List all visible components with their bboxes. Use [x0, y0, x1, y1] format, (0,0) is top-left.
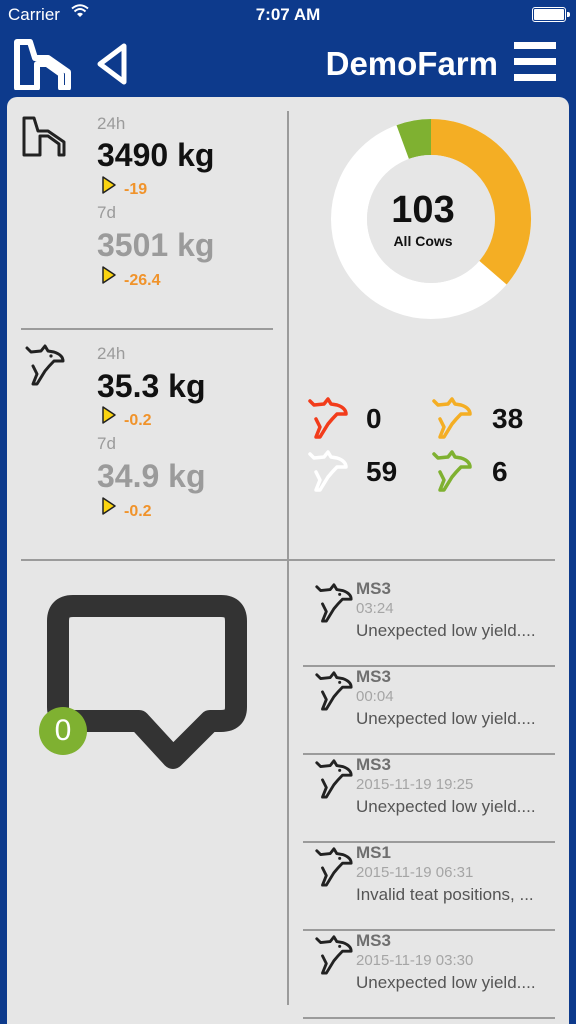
alert-message: Unexpected low yield....	[356, 709, 536, 728]
cow-red-icon[interactable]	[304, 395, 350, 439]
alert-time: 2015-11-19 06:31	[356, 864, 474, 881]
battery-icon	[532, 7, 570, 22]
total-cows-count: 103	[391, 189, 455, 231]
menu-icon[interactable]	[514, 40, 556, 84]
cow-green-count: 6	[492, 456, 508, 487]
cow-yield-metric[interactable]: 24h 35.3 kg -0.2 7d 34.9 kg -0.2	[7, 330, 277, 558]
alert-item[interactable]: MS3 2015-11-19 03:30 Unexpected low yiel…	[303, 931, 555, 1019]
alert-time: 2015-11-19 03:30	[356, 952, 474, 969]
yield-24h-value: 35.3 kg	[97, 368, 206, 404]
delta-24h: -0.2	[124, 412, 152, 429]
page-title: DemoFarm	[325, 45, 498, 82]
divider-vertical	[287, 111, 289, 1005]
cow-icon	[25, 344, 65, 386]
alert-robot-name: MS3	[356, 579, 391, 598]
cow-yellow-count: 38	[492, 403, 524, 434]
delta-24h: -19	[124, 181, 148, 198]
trend-icon	[102, 266, 116, 284]
alert-message: Invalid teat positions, ...	[356, 885, 534, 904]
alert-robot-name: MS1	[356, 843, 391, 862]
alert-time: 00:04	[356, 688, 394, 705]
period-7d-label: 7d	[97, 203, 116, 222]
back-icon[interactable]	[94, 42, 130, 86]
cow-white-count: 59	[366, 456, 398, 487]
clock: 7:07 AM	[255, 5, 321, 24]
yield-7d-value: 3501 kg	[97, 227, 215, 263]
alert-robot-name: MS3	[356, 667, 391, 686]
cow-icon	[315, 759, 353, 799]
cow-icon	[315, 847, 353, 887]
cow-green-icon[interactable]	[428, 448, 474, 492]
yield-24h-value: 3490 kg	[97, 137, 215, 173]
alert-item[interactable]: MS3 03:24 Unexpected low yield....	[303, 579, 555, 667]
trend-icon	[102, 497, 116, 515]
alert-robot-name: MS3	[356, 755, 391, 774]
status-bar: Carrier 7:07 AM	[0, 0, 576, 30]
message-count-badge: 0	[39, 707, 87, 755]
cow-red-count: 0	[366, 403, 382, 434]
cow-yellow-icon[interactable]	[428, 395, 474, 439]
alert-time: 2015-11-19 19:25	[356, 776, 474, 793]
alert-item[interactable]: MS1 2015-11-19 06:31 Invalid teat positi…	[303, 843, 555, 931]
alert-item[interactable]: MS3 2015-11-19 19:25 Unexpected low yiel…	[303, 755, 555, 843]
divider-middle	[21, 559, 555, 561]
trend-icon	[102, 176, 116, 194]
total-cows-label: All Cows	[393, 233, 453, 249]
delta-7d: -26.4	[124, 272, 161, 289]
alert-message: Unexpected low yield....	[356, 621, 536, 640]
farm-icon	[22, 116, 66, 157]
alert-message: Unexpected low yield....	[356, 797, 536, 816]
alert-time: 03:24	[356, 600, 394, 617]
period-24h-label: 24h	[97, 114, 126, 133]
alert-item[interactable]: MS3 00:04 Unexpected low yield....	[303, 667, 555, 755]
dashboard-panel: 24h 3490 kg -19 7d 3501 kg -26.4 24h 35.…	[7, 97, 569, 1024]
alert-robot-name: MS3	[356, 931, 391, 950]
period-7d-label: 7d	[97, 434, 116, 453]
cow-icon	[315, 935, 353, 975]
cow-icon	[315, 583, 353, 623]
trend-icon	[102, 406, 116, 424]
alert-message: Unexpected low yield....	[356, 973, 536, 992]
cow-white-icon[interactable]	[304, 448, 350, 492]
farm-yield-metric[interactable]: 24h 3490 kg -19 7d 3501 kg -26.4	[7, 97, 277, 327]
alert-divider	[303, 1017, 555, 1019]
delta-7d: -0.2	[124, 503, 152, 520]
nav-bar: DemoFarm	[0, 30, 576, 96]
period-24h-label: 24h	[97, 344, 126, 363]
yield-7d-value: 34.9 kg	[97, 458, 206, 494]
cow-icon	[315, 671, 353, 711]
farm-icon[interactable]	[12, 38, 72, 90]
